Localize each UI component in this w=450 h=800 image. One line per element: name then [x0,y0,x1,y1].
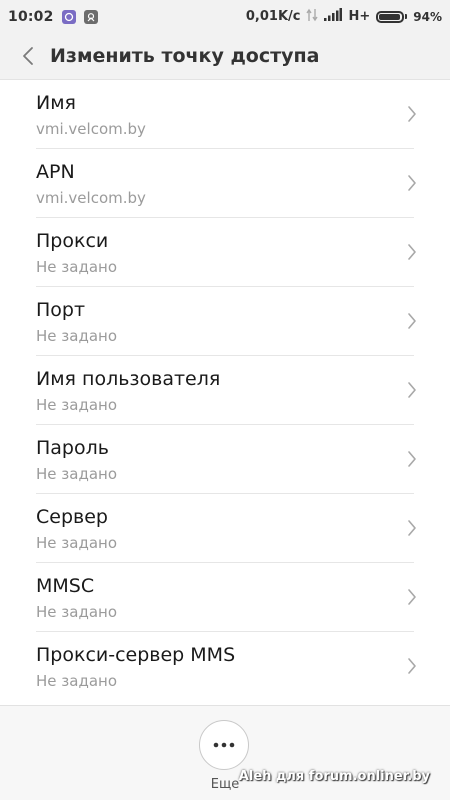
item-title: APN [36,161,75,183]
more-button[interactable] [199,720,249,770]
chevron-right-icon [408,313,416,329]
chevron-right-icon [408,520,416,536]
notification-icon [83,9,98,24]
item-title: Сервер [36,506,108,528]
network-speed: 0,01K/c [245,9,301,24]
chevron-right-icon [408,175,416,191]
status-time: 10:02 [8,8,54,25]
item-value: Не задано [36,258,117,276]
item-value: Не задано [36,465,117,483]
item-value: Не задано [36,396,117,414]
item-value: Не задано [36,534,117,552]
app-header: Изменить точку доступа [0,33,450,80]
item-title: Имя [36,92,76,114]
battery-tip [405,14,408,19]
battery-fill [379,13,400,20]
item-title: Имя пользователя [36,368,221,390]
list-item-username[interactable]: Имя пользователя Не задано [36,356,416,425]
battery-percent: 94% [413,9,442,24]
item-value: Не задано [36,672,117,688]
list-item-mmsc[interactable]: MMSC Не задано [36,563,416,632]
item-value: vmi.velcom.by [36,189,146,207]
data-arrows-icon [306,8,319,26]
list-item-proxy[interactable]: Прокси Не задано [36,218,416,287]
item-title: Прокси-сервер MMS [36,644,236,666]
watermark: Aleh для forum.onliner.by [238,769,430,784]
item-title: Порт [36,299,86,321]
item-title: MMSC [36,575,95,597]
signal-icon [324,8,343,25]
bottom-action-bar: Еще Aleh для forum.onliner.by [0,705,450,800]
chevron-right-icon [408,451,416,467]
battery-body [376,10,405,23]
viber-icon [61,9,76,24]
item-title: Прокси [36,230,109,252]
more-dots-icon [213,742,235,748]
status-right: 0,01K/c H+ 94% [246,8,442,26]
item-value: vmi.velcom.by [36,120,146,138]
status-bar: 10:02 0,01K/c H+ 94% [0,0,450,33]
item-value: Не задано [36,327,117,345]
network-type: H+ [348,9,371,24]
apn-settings-list: Имя vmi.velcom.by APN vmi.velcom.by Прок… [0,80,450,688]
chevron-left-icon [23,47,33,65]
list-item-apn[interactable]: APN vmi.velcom.by [36,149,416,218]
chevron-right-icon [408,106,416,122]
list-item-port[interactable]: Порт Не задано [36,287,416,356]
chevron-right-icon [408,244,416,260]
battery-icon [376,10,408,23]
chevron-right-icon [408,658,416,674]
item-value: Не задано [36,603,117,621]
list-item-server[interactable]: Сервер Не задано [36,494,416,563]
chevron-right-icon [408,382,416,398]
item-title: Пароль [36,437,109,459]
page-title: Изменить точку доступа [50,45,320,67]
chevron-right-icon [408,589,416,605]
list-item-password[interactable]: Пароль Не задано [36,425,416,494]
status-left: 10:02 [8,9,98,25]
back-button[interactable] [8,36,48,76]
list-item-mms-proxy[interactable]: Прокси-сервер MMS Не задано [36,632,416,688]
list-item-name[interactable]: Имя vmi.velcom.by [36,80,416,149]
